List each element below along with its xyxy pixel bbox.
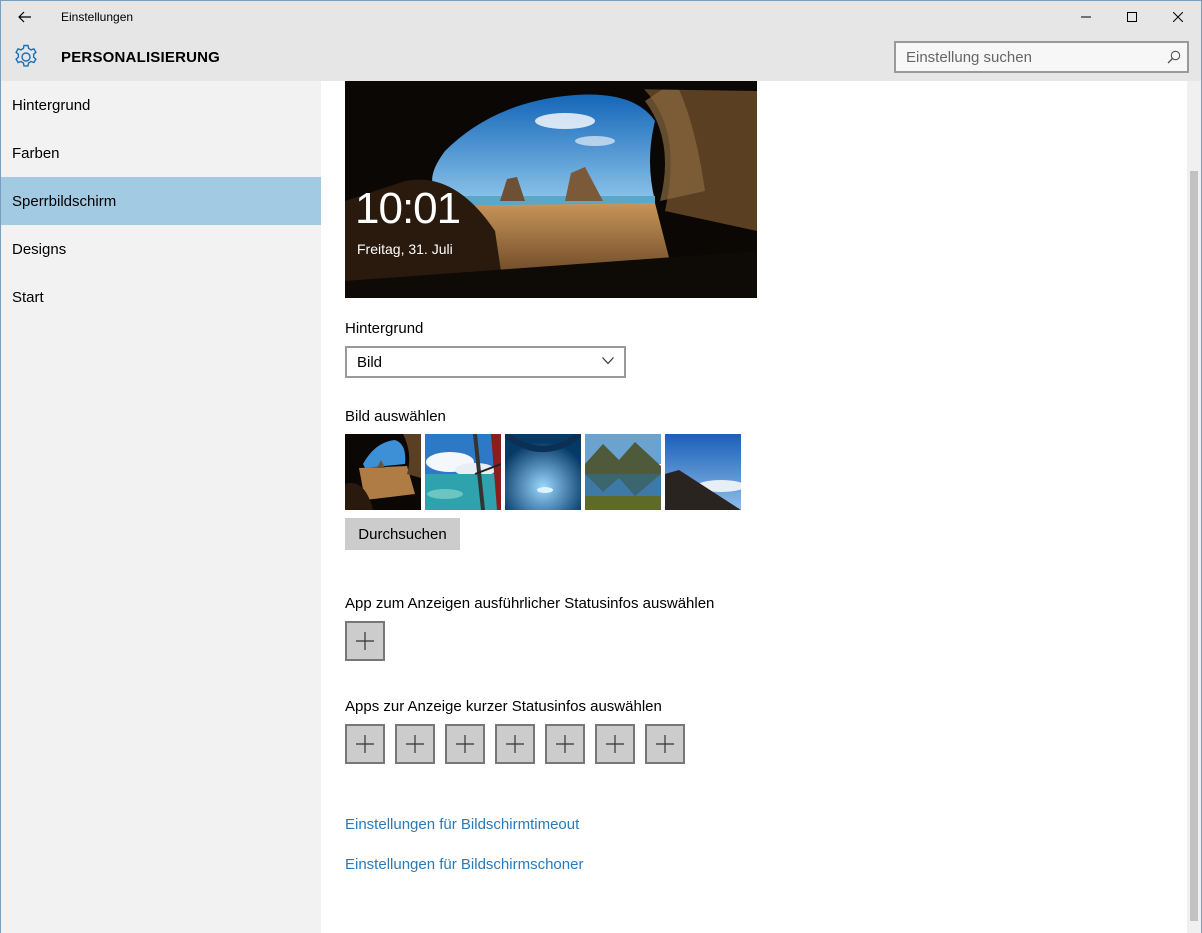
plus-icon	[556, 735, 574, 753]
back-button[interactable]	[1, 1, 49, 33]
browse-button-label: Durchsuchen	[358, 525, 447, 543]
window-title: Einstellungen	[61, 10, 134, 24]
sidebar: Hintergrund Farben Sperrbildschirm Desig…	[1, 81, 321, 933]
close-button[interactable]	[1155, 1, 1201, 33]
preview-date: Freitag, 31. Juli	[357, 241, 453, 257]
background-select[interactable]: Bild	[345, 346, 626, 378]
thumbnail-airplane-sky[interactable]	[425, 434, 501, 510]
add-quick-status-app-button[interactable]	[545, 724, 585, 764]
thumbnail-mountain-lake[interactable]	[585, 434, 661, 510]
sidebar-item-label: Designs	[12, 240, 67, 258]
sidebar-item-label: Hintergrund	[12, 96, 91, 114]
sidebar-item-label: Start	[12, 288, 44, 306]
thumbnail-cave-beach[interactable]	[345, 434, 421, 510]
maximize-button[interactable]	[1109, 1, 1155, 33]
thumbnail-mountain-ridge[interactable]	[665, 434, 741, 510]
thumbnail-ice-cave[interactable]	[505, 434, 581, 510]
add-quick-status-app-button[interactable]	[395, 724, 435, 764]
search-box[interactable]	[894, 41, 1189, 73]
lock-screen-preview: 10:01 Freitag, 31. Juli	[345, 81, 757, 298]
page-title: PERSONALISIERUNG	[61, 49, 221, 66]
plus-icon	[456, 735, 474, 753]
choose-picture-label: Bild auswählen	[345, 408, 446, 425]
sidebar-item-start[interactable]: Start	[1, 273, 321, 321]
sidebar-item-label: Sperrbildschirm	[12, 192, 117, 210]
browse-button[interactable]: Durchsuchen	[345, 518, 460, 550]
plus-icon	[356, 632, 374, 650]
add-quick-status-app-button[interactable]	[345, 724, 385, 764]
minimize-button[interactable]	[1063, 1, 1109, 33]
background-label: Hintergrund	[345, 320, 424, 337]
plus-icon	[356, 735, 374, 753]
sidebar-item-sperrbildschirm[interactable]: Sperrbildschirm	[1, 177, 321, 225]
chevron-down-icon	[602, 357, 614, 365]
sidebar-item-designs[interactable]: Designs	[1, 225, 321, 273]
scrollbar[interactable]	[1187, 81, 1201, 933]
arrow-left-icon	[18, 11, 31, 23]
search-icon[interactable]	[1167, 50, 1181, 64]
detailed-status-label: App zum Anzeigen ausführlicher Statusinf…	[345, 595, 715, 612]
close-icon	[1173, 12, 1183, 22]
search-input[interactable]	[896, 43, 1146, 71]
screen-timeout-settings-link[interactable]: Einstellungen für Bildschirmtimeout	[345, 816, 579, 833]
plus-icon	[606, 735, 624, 753]
add-quick-status-app-button[interactable]	[445, 724, 485, 764]
title-bar: Einstellungen	[1, 1, 1201, 33]
sidebar-item-label: Farben	[12, 144, 60, 162]
sidebar-item-hintergrund[interactable]: Hintergrund	[1, 81, 321, 129]
add-quick-status-app-button[interactable]	[495, 724, 535, 764]
sidebar-item-farben[interactable]: Farben	[1, 129, 321, 177]
add-quick-status-app-button[interactable]	[595, 724, 635, 764]
background-select-value: Bild	[357, 353, 383, 371]
gear-icon	[15, 44, 37, 67]
plus-icon	[406, 735, 424, 753]
app-header: PERSONALISIERUNG	[1, 33, 1201, 81]
add-quick-status-app-button[interactable]	[645, 724, 685, 764]
minimize-icon	[1081, 16, 1091, 18]
quick-status-label: Apps zur Anzeige kurzer Statusinfos ausw…	[345, 698, 662, 715]
plus-icon	[506, 735, 524, 753]
screensaver-settings-link[interactable]: Einstellungen für Bildschirmschoner	[345, 856, 583, 873]
scrollbar-thumb[interactable]	[1190, 171, 1198, 921]
picture-thumbnails	[345, 434, 741, 510]
add-detailed-status-app-button[interactable]	[345, 621, 385, 661]
main-content: 10:01 Freitag, 31. Juli Hintergrund Bild…	[321, 81, 1187, 933]
maximize-icon	[1127, 12, 1137, 22]
preview-time: 10:01	[355, 184, 461, 233]
plus-icon	[656, 735, 674, 753]
